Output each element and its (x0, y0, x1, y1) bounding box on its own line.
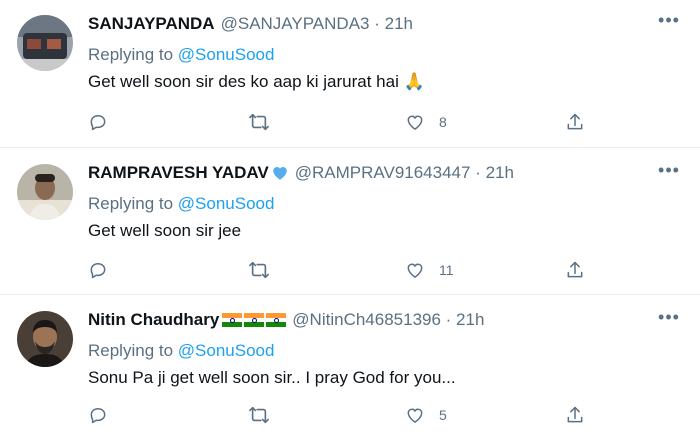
reply-feed: SANJAYPANDA @SANJAYPANDA3 · 21h Replying… (0, 0, 700, 439)
timestamp[interactable]: 21h (486, 163, 514, 182)
reply-icon (90, 408, 106, 424)
like-icon (407, 408, 423, 423)
tweet-actions: 11 (88, 256, 608, 284)
display-name[interactable]: Nitin Chaudhary (88, 308, 219, 332)
more-icon[interactable]: ••• (658, 161, 680, 184)
india-flag-icon (244, 313, 265, 327)
timestamp[interactable]: 21h (385, 14, 413, 33)
india-flag-icon (266, 313, 287, 327)
retweet-icon (249, 406, 269, 424)
timestamp[interactable]: 21h (456, 310, 484, 329)
like-count: 5 (439, 407, 447, 423)
like-button[interactable]: 5 (405, 401, 447, 429)
replying-to: Replying to @SonuSood (88, 341, 275, 360)
mention-link[interactable]: @SonuSood (178, 45, 275, 64)
retweet-button[interactable] (248, 108, 270, 136)
avatar[interactable] (17, 311, 73, 367)
retweet-button[interactable] (248, 256, 270, 284)
like-icon (407, 263, 423, 278)
tweet-content: SANJAYPANDA @SANJAYPANDA3 · 21h Replying… (88, 12, 680, 94)
avatar[interactable] (17, 164, 73, 220)
share-icon (567, 113, 583, 130)
like-count: 11 (439, 262, 454, 278)
mention-link[interactable]: @SonuSood (178, 341, 275, 360)
user-handle[interactable]: @NitinCh46851396 · 21h (292, 308, 484, 332)
tweet[interactable]: SANJAYPANDA @SANJAYPANDA3 · 21h Replying… (0, 0, 700, 148)
tweet-header: RAMPRAVESH YADAV @RAMPRAV91643447 · 21h (88, 161, 680, 185)
like-count: 8 (439, 114, 447, 130)
display-name[interactable]: RAMPRAVESH YADAV (88, 161, 269, 185)
tweet-text: Get well soon sir des ko aap ki jarurat … (88, 72, 425, 91)
display-name[interactable]: SANJAYPANDA (88, 12, 215, 36)
share-button[interactable] (565, 401, 585, 429)
india-flag-icon (222, 313, 243, 327)
more-icon[interactable]: ••• (658, 308, 680, 331)
tweet[interactable]: Nitin Chaudhary @NitinCh46851396 · 21h R… (0, 295, 700, 439)
user-handle[interactable]: @RAMPRAV91643447 · 21h (295, 161, 514, 185)
user-handle[interactable]: @SANJAYPANDA3 · 21h (221, 12, 413, 36)
mention-link[interactable]: @SonuSood (178, 194, 275, 213)
reply-button[interactable] (88, 256, 108, 284)
more-icon[interactable]: ••• (658, 11, 680, 34)
share-icon (567, 261, 583, 278)
like-button[interactable]: 11 (405, 256, 454, 284)
tweet-header: Nitin Chaudhary @NitinCh46851396 · 21h (88, 308, 680, 332)
reply-button[interactable] (88, 401, 108, 429)
tweet-actions: 8 (88, 108, 608, 136)
tweet-content: Nitin Chaudhary @NitinCh46851396 · 21h R… (88, 308, 680, 390)
tweet-content: RAMPRAVESH YADAV @RAMPRAV91643447 · 21h … (88, 161, 680, 243)
share-button[interactable] (565, 108, 585, 136)
retweet-button[interactable] (248, 401, 270, 429)
tweet-header: SANJAYPANDA @SANJAYPANDA3 · 21h (88, 12, 680, 36)
tweet[interactable]: RAMPRAVESH YADAV @RAMPRAV91643447 · 21h … (0, 148, 700, 295)
reply-button[interactable] (88, 108, 108, 136)
reply-icon (90, 115, 106, 131)
like-button[interactable]: 8 (405, 108, 447, 136)
retweet-icon (249, 113, 269, 131)
blue-heart-icon (273, 167, 287, 180)
retweet-icon (249, 261, 269, 279)
tweet-actions: 5 (88, 401, 608, 429)
tweet-text: Sonu Pa ji get well soon sir.. I pray Go… (88, 368, 456, 387)
share-button[interactable] (565, 256, 585, 284)
share-icon (567, 406, 583, 423)
like-icon (407, 115, 423, 130)
replying-to: Replying to @SonuSood (88, 45, 275, 64)
reply-icon (90, 263, 106, 279)
flag-emojis (222, 313, 287, 327)
replying-to: Replying to @SonuSood (88, 194, 275, 213)
avatar[interactable] (17, 15, 73, 71)
tweet-text: Get well soon sir jee (88, 221, 242, 240)
